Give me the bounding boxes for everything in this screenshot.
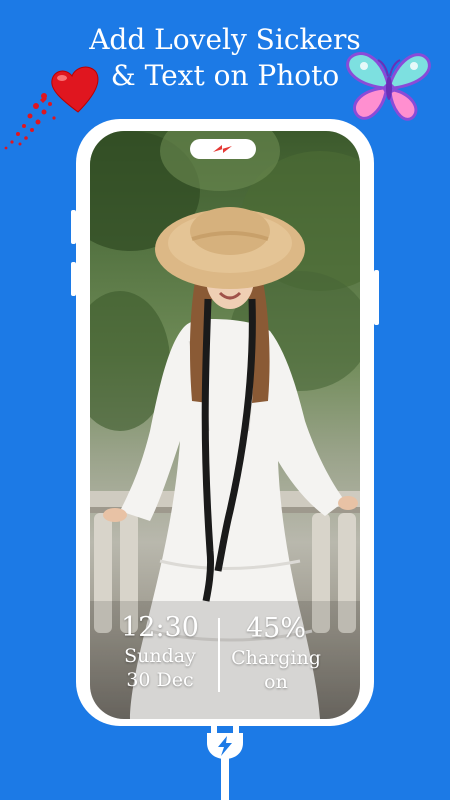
phone-power-button: [374, 270, 379, 325]
lockscreen-battery: 45% Charging on: [224, 612, 328, 694]
lockscreen-clock: 12:30 Sunday 30 Dec: [112, 612, 208, 692]
battery-percent: 45%: [245, 613, 306, 644]
lightning-bolt-icon: [213, 145, 232, 153]
lockscreen-divider: [218, 618, 220, 692]
clock-time: 12:30: [121, 612, 199, 643]
charging-status: Charging on: [231, 647, 321, 693]
charger-plug-icon: [207, 725, 243, 767]
clock-date: 30 Dec: [126, 669, 194, 691]
butterfly-icon: [346, 52, 431, 121]
clock-day: Sunday: [124, 645, 196, 667]
